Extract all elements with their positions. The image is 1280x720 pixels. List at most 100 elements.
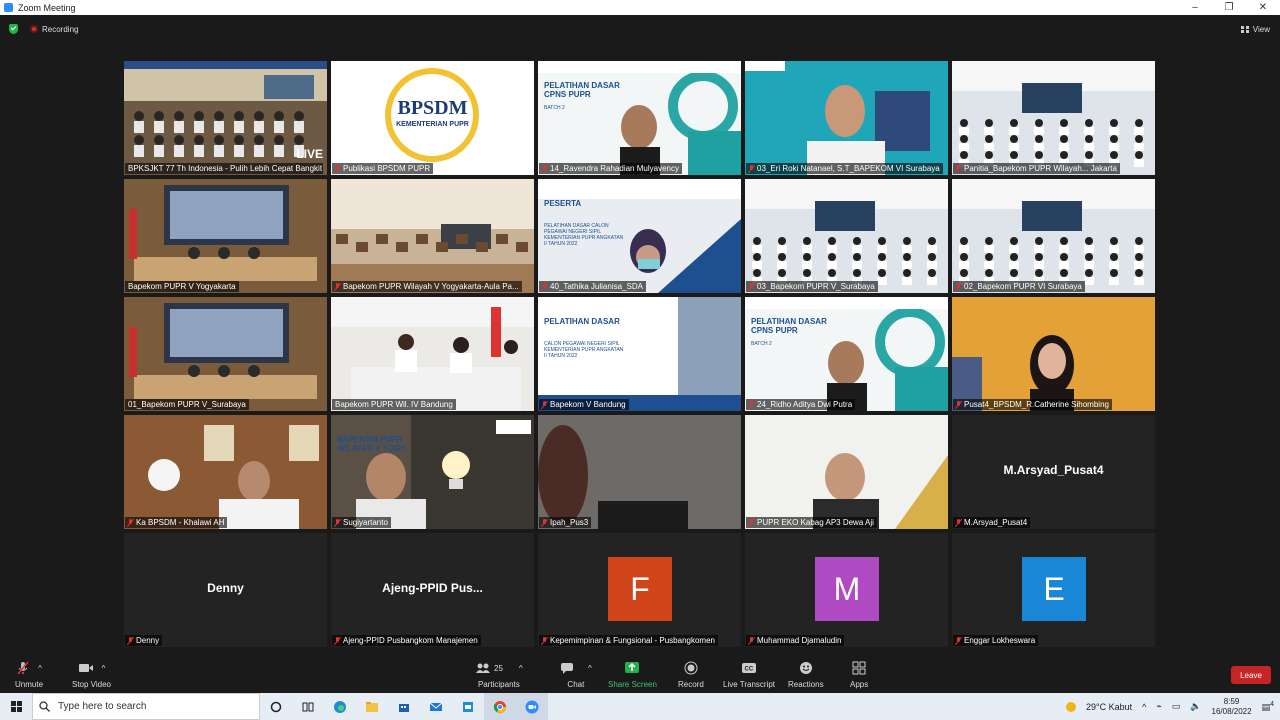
battery-icon[interactable]: ▭ [1172,701,1181,712]
participant-tile[interactable]: PESERTA PELATIHAN DASAR CALON PEGAWAI NEG… [538,179,741,293]
participant-name-label: M.Arsyad_Pusat4 [953,517,1031,528]
chevron-up-icon[interactable]: ^ [1142,702,1146,712]
slide-title: PELATIHAN DASAR [544,317,620,326]
share-screen-button[interactable]: Share Screen [608,661,657,689]
store-icon[interactable] [388,693,420,720]
participant-tile[interactable]: Denny Denny [124,533,327,647]
participant-tile[interactable]: E Enggar Lokheswara [952,533,1155,647]
view-button[interactable]: View [1240,25,1270,34]
participant-name: Bapekom PUPR Wilayah V Yogyakarta-Aula P… [343,282,519,291]
apps-label: Apps [850,680,869,689]
minimize-button[interactable]: – [1178,2,1212,13]
mic-muted-icon [542,164,548,173]
participant-tile[interactable]: LIVE BPKSJKT 77 Th Indonesia - Pulih Lebi… [124,61,327,175]
slide-title: PELATIHAN DASAR CPNS PUPR [544,81,620,99]
cortana-icon[interactable] [260,693,292,720]
participant-name-label: Bapekom PUPR Wil. IV Bandung [332,399,456,410]
participant-name: M.Arsyad_Pusat4 [964,518,1028,527]
taskbar-clock[interactable]: 8:59 16/08/2022 [1212,697,1252,717]
participant-name-label: Enggar Lokheswara [953,635,1039,646]
participant-tile[interactable]: Ajeng-PPID Pus... Ajeng-PPID Pusbangkom M… [331,533,534,647]
record-button[interactable]: Record [678,661,704,689]
maximize-button[interactable]: ❐ [1212,2,1246,13]
participant-tile[interactable]: PELATIHAN DASAR CPNS PUPR BATCH 2 14_Raven… [538,61,741,175]
chrome-icon[interactable] [484,693,516,720]
participants-button[interactable]: 25 ^ Participants [475,661,523,689]
taskbar-search[interactable]: Type here to search [32,693,260,720]
participant-tile[interactable]: 01_Bapekom PUPR V_Surabaya [124,297,327,411]
app-icon[interactable] [452,693,484,720]
participant-name: Denny [136,636,160,645]
task-view-icon[interactable] [292,693,324,720]
participant-tile[interactable]: M Muhammad Djamaludin [745,533,948,647]
reactions-button[interactable]: Reactions [788,661,824,689]
participant-name: PUPR EKO Kabag AP3 Dewa Aji [757,518,874,527]
participant-name-label: Publikasi BPSDM PUPR [332,163,434,174]
participant-tile[interactable]: Bapekom PUPR Wilayah V Yogyakarta-Aula P… [331,179,534,293]
start-button[interactable] [0,693,32,720]
mail-icon[interactable] [420,693,452,720]
mic-muted-icon [335,518,341,527]
participant-tile[interactable]: F Kepemimpinan & Fungsional - Pusbangkome… [538,533,741,647]
mic-muted-icon [749,282,755,291]
participant-tile[interactable]: PUPR EKO Kabag AP3 Dewa Aji [745,415,948,529]
participant-name-label: Ka BPSDM - Khalawi AH [125,517,228,528]
chat-button[interactable]: ^ Chat [560,661,592,689]
slide-title: PESERTA [544,199,582,208]
participant-name: 40_Tathika Julianisa_SDA [550,282,643,291]
participant-name: 03_Bapekom PUPR V_Surabaya [757,282,875,291]
slide-subtitle: BATCH 2 [751,341,772,347]
network-icon[interactable]: ⌁ [1156,701,1161,712]
file-explorer-icon[interactable] [356,693,388,720]
close-button[interactable]: ✕ [1246,2,1280,13]
participant-tile[interactable]: BPSDM KEMENTERIAN PUPR Publikasi BPSDM PUP… [331,61,534,175]
chat-label: Chat [567,680,585,689]
participant-tile[interactable]: 03_Eri Roki Natanael, S.T_BAPEKOM VI Sur… [745,61,948,175]
live-transcript-button[interactable]: CC Live Transcript [723,661,775,689]
participant-name-label: Bapekom PUPR V Yogyakarta [125,281,239,292]
mic-muted-icon [956,518,962,527]
participant-tile[interactable]: PELATIHAN DASAR CPNS PUPR BATCH 2 24_Ridho… [745,297,948,411]
live-transcript-label: Live Transcript [723,680,776,689]
search-placeholder: Type here to search [58,701,147,712]
participant-name-label: Bapekom PUPR Wilayah V Yogyakarta-Aula P… [332,281,522,292]
participant-tile[interactable]: Bapekom PUPR Wil. IV Bandung [331,297,534,411]
security-shield-icon[interactable] [9,24,18,34]
share-screen-label: Share Screen [608,680,657,689]
participant-tile[interactable]: Ipah_Pus3 [538,415,741,529]
participant-name: Enggar Lokheswara [964,636,1036,645]
weather-icon[interactable] [1066,701,1076,712]
window-titlebar: Zoom Meeting – ❐ ✕ [0,0,1280,15]
recording-label: Recording [42,24,79,34]
volume-icon[interactable]: 🔈 [1190,701,1201,712]
video-feed [331,415,534,529]
participant-tile[interactable]: Panitia_Bapekom PUPR Wilayah... Jakarta [952,61,1155,175]
video-feed [331,179,534,293]
participant-name-label: Ipah_Pus3 [539,517,592,528]
participant-tile[interactable]: 03_Bapekom PUPR V_Surabaya [745,179,948,293]
apps-button[interactable]: Apps [850,661,868,689]
edge-browser-icon[interactable] [324,693,356,720]
participant-tile[interactable]: Pusat4_BPSDM_R.Catherine Sihombing [952,297,1155,411]
leave-button[interactable]: Leave [1231,666,1271,684]
slide-title: BAPEKOM PUPR WILAYAH V YOGY... [337,435,412,453]
participant-tile[interactable]: BAPEKOM PUPR WILAYAH V YOGY... Sugiyartan… [331,415,534,529]
weather-text[interactable]: 29°C Kabut [1086,702,1132,712]
participant-tile[interactable]: Bapekom PUPR V Yogyakarta [124,179,327,293]
search-icon [39,701,50,712]
participant-tile[interactable]: 02_Bapekom PUPR VI Surabaya [952,179,1155,293]
windows-taskbar: Type here to search 29°C Kabut ^ ⌁ ▭ 🔈 8… [0,693,1280,720]
participant-tile[interactable]: Ka BPSDM - Khalawi AH [124,415,327,529]
windows-logo-icon [10,701,22,712]
stop-video-button[interactable]: ^ Stop Video [72,661,111,690]
participant-tile[interactable]: PELATIHAN DASAR CALON PEGAWAI NEGERI SIPI… [538,297,741,411]
recording-indicator[interactable]: Recording [30,25,78,34]
mic-muted-icon [542,518,548,527]
zoom-taskbar-icon[interactable] [516,693,548,720]
participant-tile[interactable]: M.Arsyad_Pusat4 M.Arsyad_Pusat4 [952,415,1155,529]
notification-icon[interactable]: ▤4 [1262,701,1274,713]
participant-name-label: Pusat4_BPSDM_R.Catherine Sihombing [953,399,1112,410]
video-gallery: LIVE BPKSJKT 77 Th Indonesia - Pulih Lebi… [124,61,1156,649]
participant-name-label: 03_Eri Roki Natanael, S.T_BAPEKOM VI Sur… [746,163,943,174]
unmute-button[interactable]: ^ Unmute [15,661,43,689]
